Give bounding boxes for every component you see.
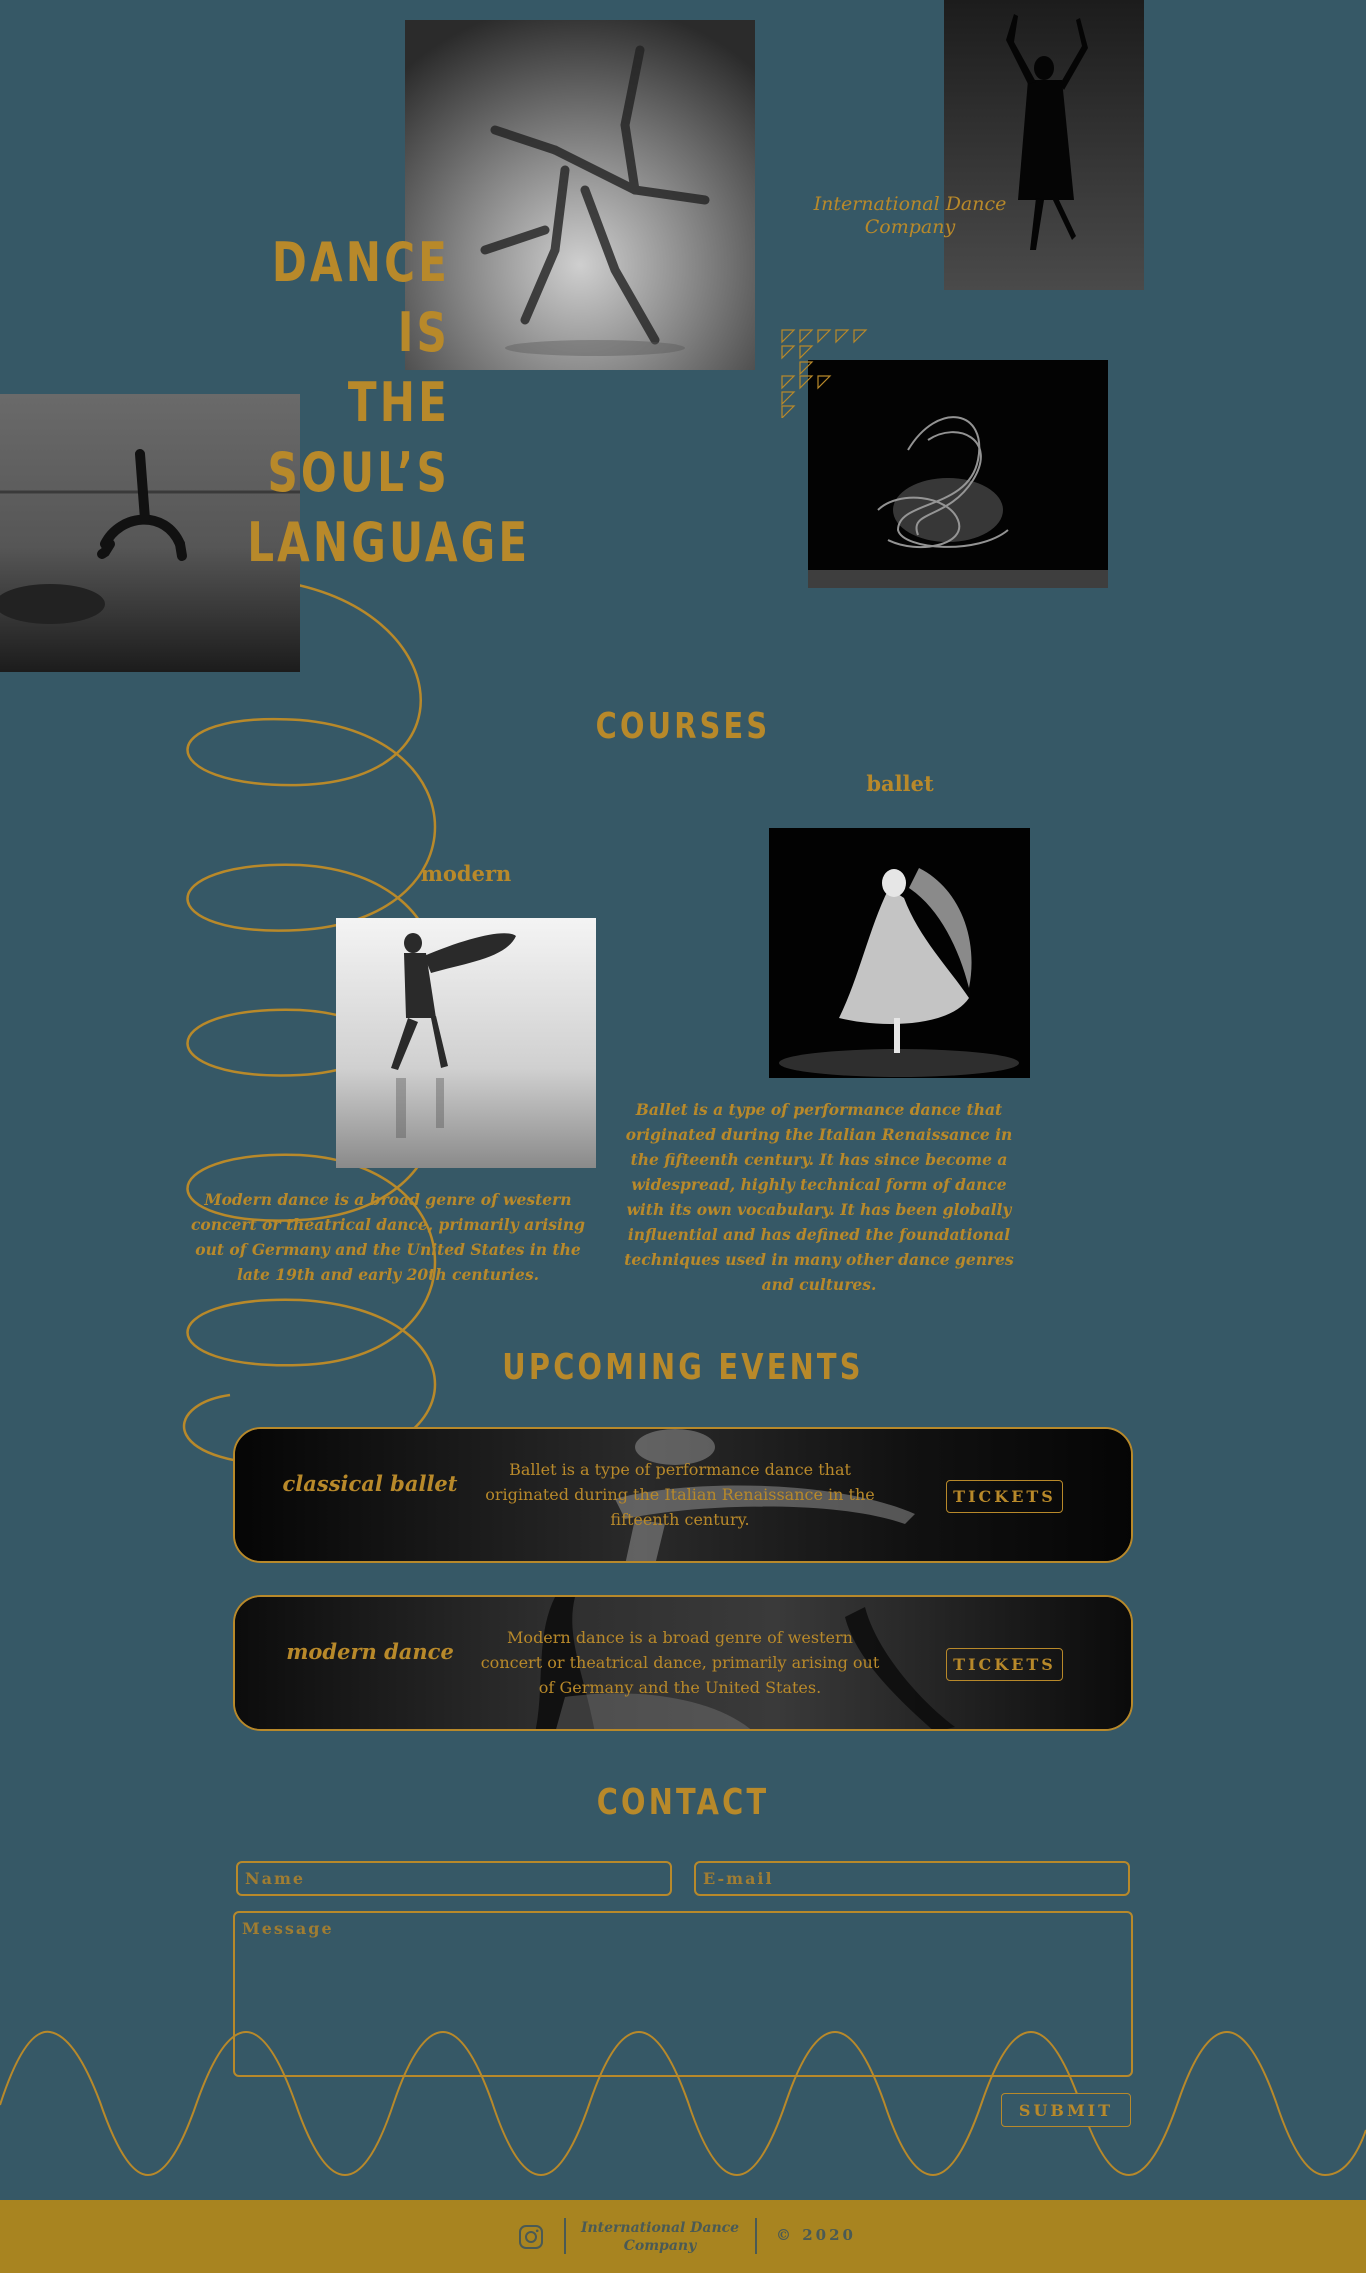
message-textarea[interactable] [233, 1911, 1133, 2077]
footer-divider [564, 2218, 566, 2254]
event-name: modern dance [286, 1639, 454, 1664]
course-name-ballet: ballet [866, 771, 934, 796]
event-name: classical ballet [282, 1471, 458, 1496]
name-input[interactable] [236, 1861, 672, 1896]
course-photo-ballet [769, 828, 1030, 1078]
hero-title-line: THE [347, 371, 450, 434]
course-description-ballet: Ballet is a type of performance dance th… [624, 1100, 1014, 1294]
course-photo-modern [336, 918, 596, 1168]
events-title: UPCOMING EVENTS [502, 1347, 864, 1388]
footer-divider [755, 2218, 757, 2254]
event-description: Modern dance is a broad genre of western… [480, 1628, 880, 1697]
hero-photo-duo-dancers [405, 20, 755, 370]
tickets-button[interactable]: TICKETS [946, 1480, 1063, 1513]
hero-title-line: SOUL’S [267, 441, 450, 504]
footer-company-name: International Dance Company [580, 2220, 740, 2254]
courses-title: COURSES [595, 706, 771, 747]
hero-title-line: DANCE IS [271, 231, 450, 364]
instagram-icon[interactable] [518, 2224, 544, 2250]
submit-button[interactable]: SUBMIT [1001, 2093, 1131, 2127]
event-description: Ballet is a type of performance dance th… [485, 1460, 875, 1529]
contact-title: CONTACT [596, 1782, 770, 1823]
hero-photo-jumping-dancer [944, 0, 1144, 290]
hero-company-name: International Dance Company [813, 193, 1007, 238]
tickets-button[interactable]: TICKETS [946, 1648, 1063, 1681]
footer-copyright: © 2020 [776, 2226, 856, 2244]
hero-title-line: LANGUAGE [247, 511, 531, 574]
footer: International Dance Company © 2020 [0, 2200, 1366, 2273]
email-input[interactable] [694, 1861, 1130, 1896]
triangle-pattern-decoration [781, 329, 868, 418]
course-name-modern: modern [420, 861, 512, 886]
event-card-classical-ballet: classical ballet Ballet is a type of per… [233, 1427, 1133, 1563]
course-description-modern: Modern dance is a broad genre of western… [190, 1190, 586, 1284]
hero-title: DANCE IS THE SOUL’S LANGUAGE [247, 228, 531, 578]
event-card-modern-dance: modern dance Modern dance is a broad gen… [233, 1595, 1133, 1731]
